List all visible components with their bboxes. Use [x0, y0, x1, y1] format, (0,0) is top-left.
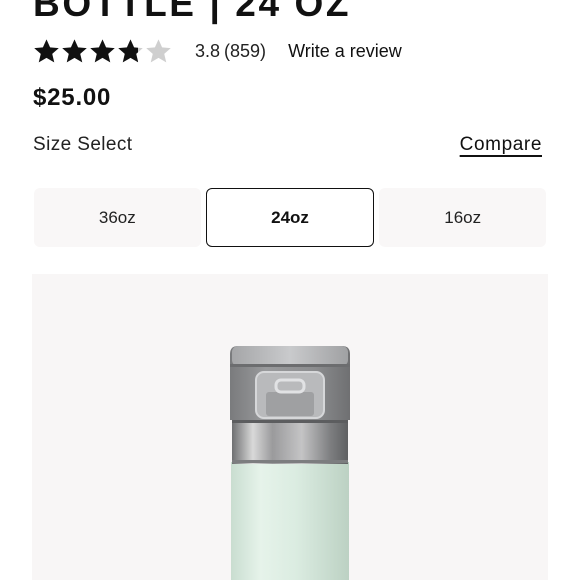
- size-option-36oz[interactable]: 36oz: [34, 188, 201, 247]
- size-select-label: Size Select: [33, 134, 133, 155]
- star-empty-icon: [146, 38, 171, 62]
- size-options: 36oz 24oz 16oz: [34, 188, 547, 247]
- product-title: BOTTLE | 24 OZ: [33, 0, 352, 24]
- size-option-24oz[interactable]: 24oz: [205, 188, 375, 247]
- rating-row: 3.8 (859) Write a review: [33, 35, 402, 67]
- rating-stars[interactable]: [33, 38, 173, 65]
- rating-count[interactable]: (859): [224, 41, 266, 62]
- write-review-link[interactable]: Write a review: [288, 41, 402, 62]
- product-image[interactable]: [32, 274, 548, 580]
- bottle-illustration: [230, 346, 350, 580]
- size-option-16oz[interactable]: 16oz: [379, 188, 547, 247]
- rating-value: 3.8: [195, 40, 221, 61]
- product-page: BOTTLE | 24 OZ 3.8 (859) Write a review …: [0, 0, 580, 580]
- product-price: $25.00: [33, 84, 112, 111]
- star-icon: [34, 38, 59, 62]
- star-icon: [90, 38, 115, 62]
- bottle-body: [231, 462, 349, 580]
- star-icon: [118, 38, 143, 62]
- star-icon: [62, 38, 87, 62]
- compare-link[interactable]: Compare: [460, 134, 542, 156]
- bottle-collar: [232, 419, 348, 464]
